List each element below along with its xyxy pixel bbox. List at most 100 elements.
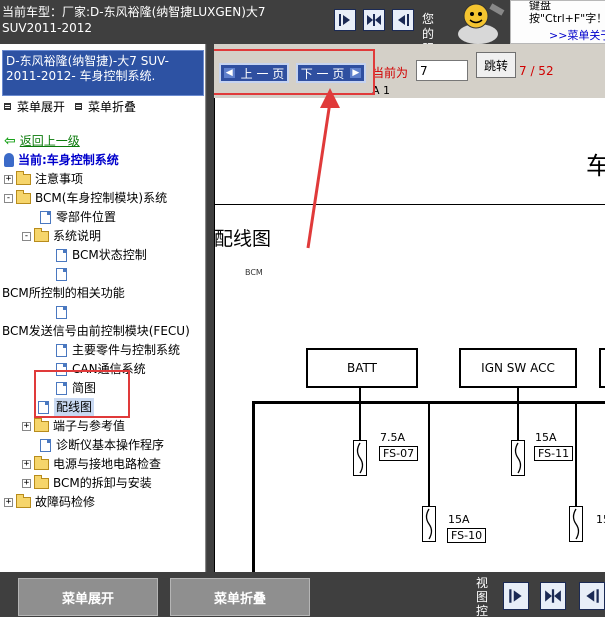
collapse-node-icon[interactable]: - bbox=[4, 193, 13, 203]
back-link[interactable]: ⇦ 返回上一级 bbox=[4, 132, 80, 150]
tip-text: 键盘按"Ctrl+F"字！ bbox=[529, 0, 605, 25]
fuse-amp: 7.5A bbox=[380, 431, 406, 444]
tree-item[interactable]: + BCM的拆卸与安装 bbox=[22, 474, 152, 492]
tree-item-label: BCM的拆卸与安装 bbox=[53, 476, 152, 490]
tree-item[interactable]: + 电源与接地电路检查 bbox=[22, 455, 161, 473]
list-icon bbox=[4, 103, 11, 110]
wire bbox=[359, 388, 361, 401]
tree-item[interactable]: BCM状态控制 bbox=[56, 246, 147, 264]
menu-collapse-option[interactable]: 菜单折叠 bbox=[75, 98, 136, 115]
page-count: 7 / 52 bbox=[519, 64, 554, 78]
expand-icon[interactable]: + bbox=[22, 478, 31, 488]
tree-item-label: 零部件位置 bbox=[56, 210, 117, 224]
tip-box: 键盘按"Ctrl+F"字！ >>菜单关于 bbox=[510, 0, 605, 44]
menu-collapse-button[interactable]: 菜单折叠 bbox=[170, 578, 310, 616]
expand-icon[interactable]: + bbox=[22, 459, 31, 469]
expand-icon[interactable]: + bbox=[22, 421, 31, 431]
frame-line bbox=[214, 98, 215, 572]
tree-item-label: BCM所控制的相关功能 bbox=[2, 286, 125, 300]
fuse-code: FS-11 bbox=[534, 446, 574, 461]
arrow-left-icon[interactable] bbox=[392, 9, 414, 31]
tree-item-label: BCM(车身控制模块)系统 bbox=[35, 191, 168, 205]
content-area: ◀ 上 一 页 下 一 页 ▶ 当前为 跳转 7 / 52 A 1 车 配线图 … bbox=[214, 44, 605, 572]
tree-item-label: BCM状态控制 bbox=[72, 248, 147, 262]
partial-box bbox=[599, 348, 605, 388]
diagram-sub-label: BCM bbox=[245, 268, 263, 277]
fuse-amp: 15A bbox=[448, 513, 470, 526]
tree-item[interactable]: 诊断仪基本操作程序 bbox=[40, 436, 164, 454]
wiring-diagram: 车 配线图 BCM BATT IGN SW ACC 7.5A FS-07 15A… bbox=[214, 98, 605, 572]
folder-open-icon bbox=[16, 189, 31, 204]
tree-item[interactable] bbox=[56, 265, 72, 283]
collapse-node-icon[interactable]: - bbox=[22, 231, 31, 241]
fuse-icon bbox=[511, 440, 525, 476]
tree-item[interactable]: - 系统说明 bbox=[22, 227, 101, 245]
wire bbox=[428, 404, 430, 508]
app-root: 当前车型：厂家:D-东风裕隆(纳智捷LUXGEN)大7 SUV2011-2012… bbox=[0, 0, 605, 617]
tree-item[interactable]: BCM发送信号由前控制模块(FECU) bbox=[2, 322, 190, 340]
current-page-prefix: 当前为 bbox=[372, 66, 409, 80]
wire bbox=[575, 404, 577, 508]
sidebar-title: D-东风裕隆(纳智捷)-大7 SUV-2011-2012- 车身控制系统. bbox=[2, 50, 204, 96]
fuse-amp: 15A bbox=[596, 513, 605, 526]
current-node: 当前:车身控制系统 bbox=[4, 151, 119, 169]
tree-item[interactable]: + 故障码检修 bbox=[4, 493, 95, 511]
menu-collapse-label: 菜单折叠 bbox=[88, 100, 137, 114]
tree-item[interactable]: - BCM(车身控制模块)系统 bbox=[4, 189, 167, 207]
ign-sw-acc-box: IGN SW ACC bbox=[459, 348, 577, 388]
diagram-title: 配线图 bbox=[214, 228, 272, 250]
user-icon bbox=[4, 153, 14, 167]
tree-item-label: 注意事项 bbox=[35, 172, 84, 186]
sidebar: D-东风裕隆(纳智捷)-大7 SUV-2011-2012- 车身控制系统. 菜单… bbox=[0, 44, 206, 572]
arrow-right-icon[interactable] bbox=[334, 9, 356, 31]
expand-icon[interactable]: + bbox=[4, 497, 13, 507]
vehicle-line-2: SUV2011-2012 bbox=[2, 21, 93, 35]
tree-item[interactable]: 主要零件与控制系统 bbox=[56, 341, 180, 359]
panel-splitter[interactable] bbox=[207, 44, 214, 572]
page-heading: 车 bbox=[586, 152, 605, 180]
tree-item[interactable]: + 端子与参考值 bbox=[22, 417, 125, 435]
collapse-icon[interactable] bbox=[540, 582, 566, 610]
document-icon bbox=[56, 305, 67, 319]
tree-item[interactable]: BCM所控制的相关功能 bbox=[2, 284, 125, 302]
tree-item[interactable]: 零部件位置 bbox=[40, 208, 116, 226]
mascot-icon bbox=[446, 0, 510, 44]
folder-open-icon bbox=[34, 227, 49, 242]
menu-about-link[interactable]: >>菜单关于 bbox=[549, 27, 605, 43]
fuse-code: FS-07 bbox=[379, 446, 419, 461]
top-header: 当前车型：厂家:D-东风裕隆(纳智捷LUXGEN)大7 SUV2011-2012… bbox=[0, 0, 605, 71]
divider bbox=[214, 204, 605, 205]
fuse-icon bbox=[422, 506, 436, 542]
expand-icon[interactable]: + bbox=[4, 174, 13, 184]
folder-icon bbox=[16, 170, 31, 185]
wire bbox=[517, 388, 519, 401]
arrow-left-icon[interactable] bbox=[579, 582, 605, 610]
document-icon bbox=[56, 343, 67, 357]
folder-icon bbox=[16, 493, 31, 508]
document-icon bbox=[56, 248, 67, 262]
tree-item[interactable] bbox=[56, 303, 72, 321]
folder-icon bbox=[34, 417, 49, 432]
document-icon bbox=[40, 438, 51, 452]
menu-expand-option[interactable]: 菜单展开 bbox=[4, 98, 65, 115]
view-control-label: 视图控 bbox=[476, 576, 489, 617]
bottom-toolbar: 菜单展开 菜单折叠 视图控 bbox=[0, 572, 605, 617]
go-button[interactable]: 跳转 bbox=[476, 52, 516, 78]
collapse-icon[interactable] bbox=[363, 9, 385, 31]
current-label: 当前:车身控制系统 bbox=[18, 153, 119, 167]
page-number-input[interactable] bbox=[416, 60, 468, 81]
annotation-box bbox=[34, 370, 130, 418]
menu-options: 菜单展开 菜单折叠 bbox=[4, 98, 136, 115]
menu-expand-button[interactable]: 菜单展开 bbox=[18, 578, 158, 616]
back-label: 返回上一级 bbox=[19, 134, 80, 148]
document-icon bbox=[40, 210, 51, 224]
tree-item-label: 端子与参考值 bbox=[53, 419, 126, 433]
tree-item-label: 电源与接地电路检查 bbox=[53, 457, 162, 471]
arrow-right-icon[interactable] bbox=[503, 582, 529, 610]
tree-item[interactable]: + 注意事项 bbox=[4, 170, 83, 188]
wire bbox=[517, 404, 519, 440]
back-arrow-icon: ⇦ bbox=[4, 133, 16, 149]
fuse-amp: 15A bbox=[535, 431, 557, 444]
wire bbox=[359, 404, 361, 440]
batt-box: BATT bbox=[306, 348, 418, 388]
